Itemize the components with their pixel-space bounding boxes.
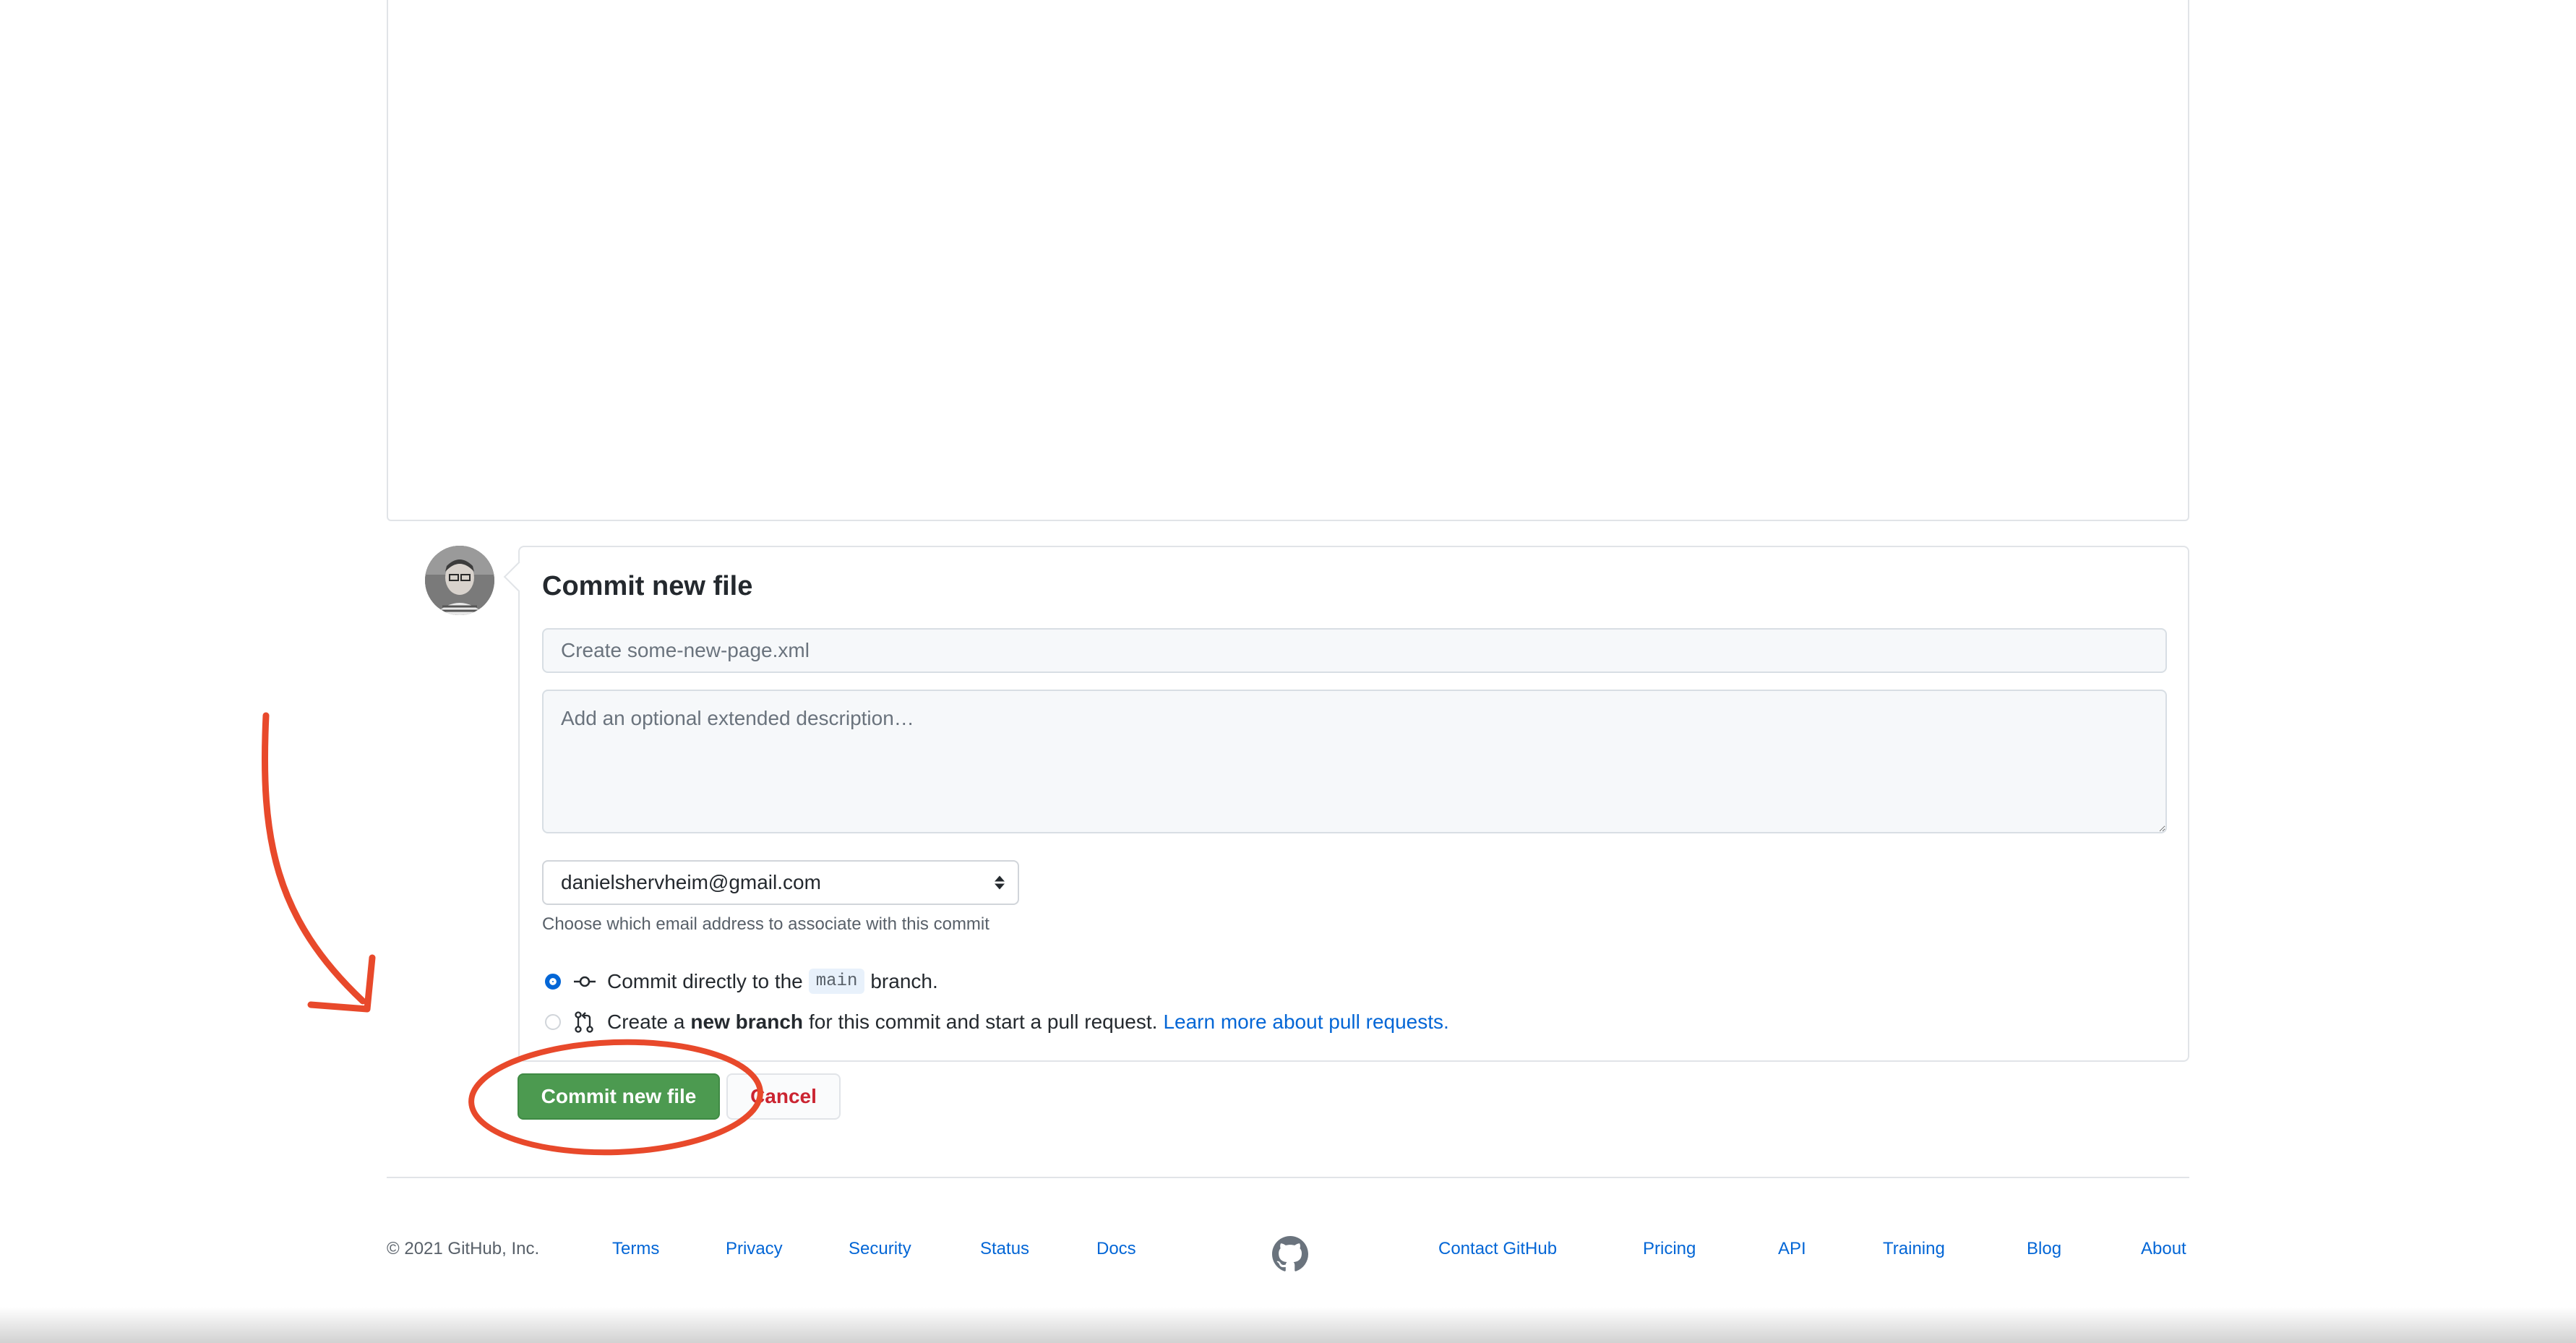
footer-link-about[interactable]: About [2141, 1239, 2186, 1259]
option-commit-directly[interactable]: Commit directly to the main branch. [545, 969, 938, 994]
select-arrows-icon [995, 875, 1005, 890]
commit-description-textarea[interactable] [542, 690, 2167, 833]
footer-link-pricing[interactable]: Pricing [1643, 1239, 1696, 1259]
footer-link-docs[interactable]: Docs [1096, 1239, 1136, 1259]
commit-title: Commit new file [542, 571, 753, 601]
email-select-value: danielshervheim@gmail.com [561, 871, 821, 893]
radio-commit-directly[interactable] [545, 973, 561, 990]
footer-link-status[interactable]: Status [980, 1239, 1029, 1259]
commit-new-file-button[interactable]: Commit new file [518, 1073, 720, 1120]
github-mark-icon[interactable] [1272, 1236, 1308, 1276]
commit-summary-input[interactable] [542, 628, 2167, 673]
learn-more-pull-requests-link[interactable]: Learn more about pull requests. [1163, 1011, 1448, 1034]
radio-new-branch[interactable] [545, 1014, 561, 1030]
footer-link-security[interactable]: Security [849, 1239, 911, 1259]
option-new-prefix: Create a [607, 1011, 685, 1033]
email-select[interactable]: danielshervheim@gmail.com [542, 860, 1019, 905]
annotation-arrowhead [307, 954, 376, 1013]
footer-divider [387, 1177, 2189, 1178]
option-new-branch[interactable]: Create a new branch for this commit and … [545, 1011, 1449, 1034]
option-direct-prefix: Commit directly to the [607, 969, 803, 992]
footer-link-contact[interactable]: Contact GitHub [1438, 1239, 1557, 1259]
branch-name: main [808, 969, 865, 994]
footer-link-training[interactable]: Training [1883, 1239, 1945, 1259]
footer-link-privacy[interactable]: Privacy [726, 1239, 783, 1259]
git-pull-request-icon [574, 1011, 596, 1033]
email-note: Choose which email address to associate … [542, 914, 989, 934]
avatar [425, 546, 494, 615]
footer-link-blog[interactable]: Blog [2027, 1239, 2061, 1259]
option-new-bold: new branch [690, 1011, 803, 1033]
git-commit-icon [574, 974, 596, 989]
file-editor-area[interactable] [387, 0, 2189, 521]
footer-copyright: © 2021 GitHub, Inc. [387, 1239, 540, 1258]
footer-link-terms[interactable]: Terms [612, 1239, 659, 1259]
cancel-button[interactable]: Cancel [726, 1073, 841, 1120]
annotation-arrow [261, 712, 366, 1005]
footer-link-api[interactable]: API [1778, 1239, 1806, 1259]
window-bottom-shadow [0, 1307, 2576, 1343]
option-new-suffix: for this commit and start a pull request… [809, 1011, 1158, 1033]
option-direct-suffix: branch. [870, 969, 938, 992]
